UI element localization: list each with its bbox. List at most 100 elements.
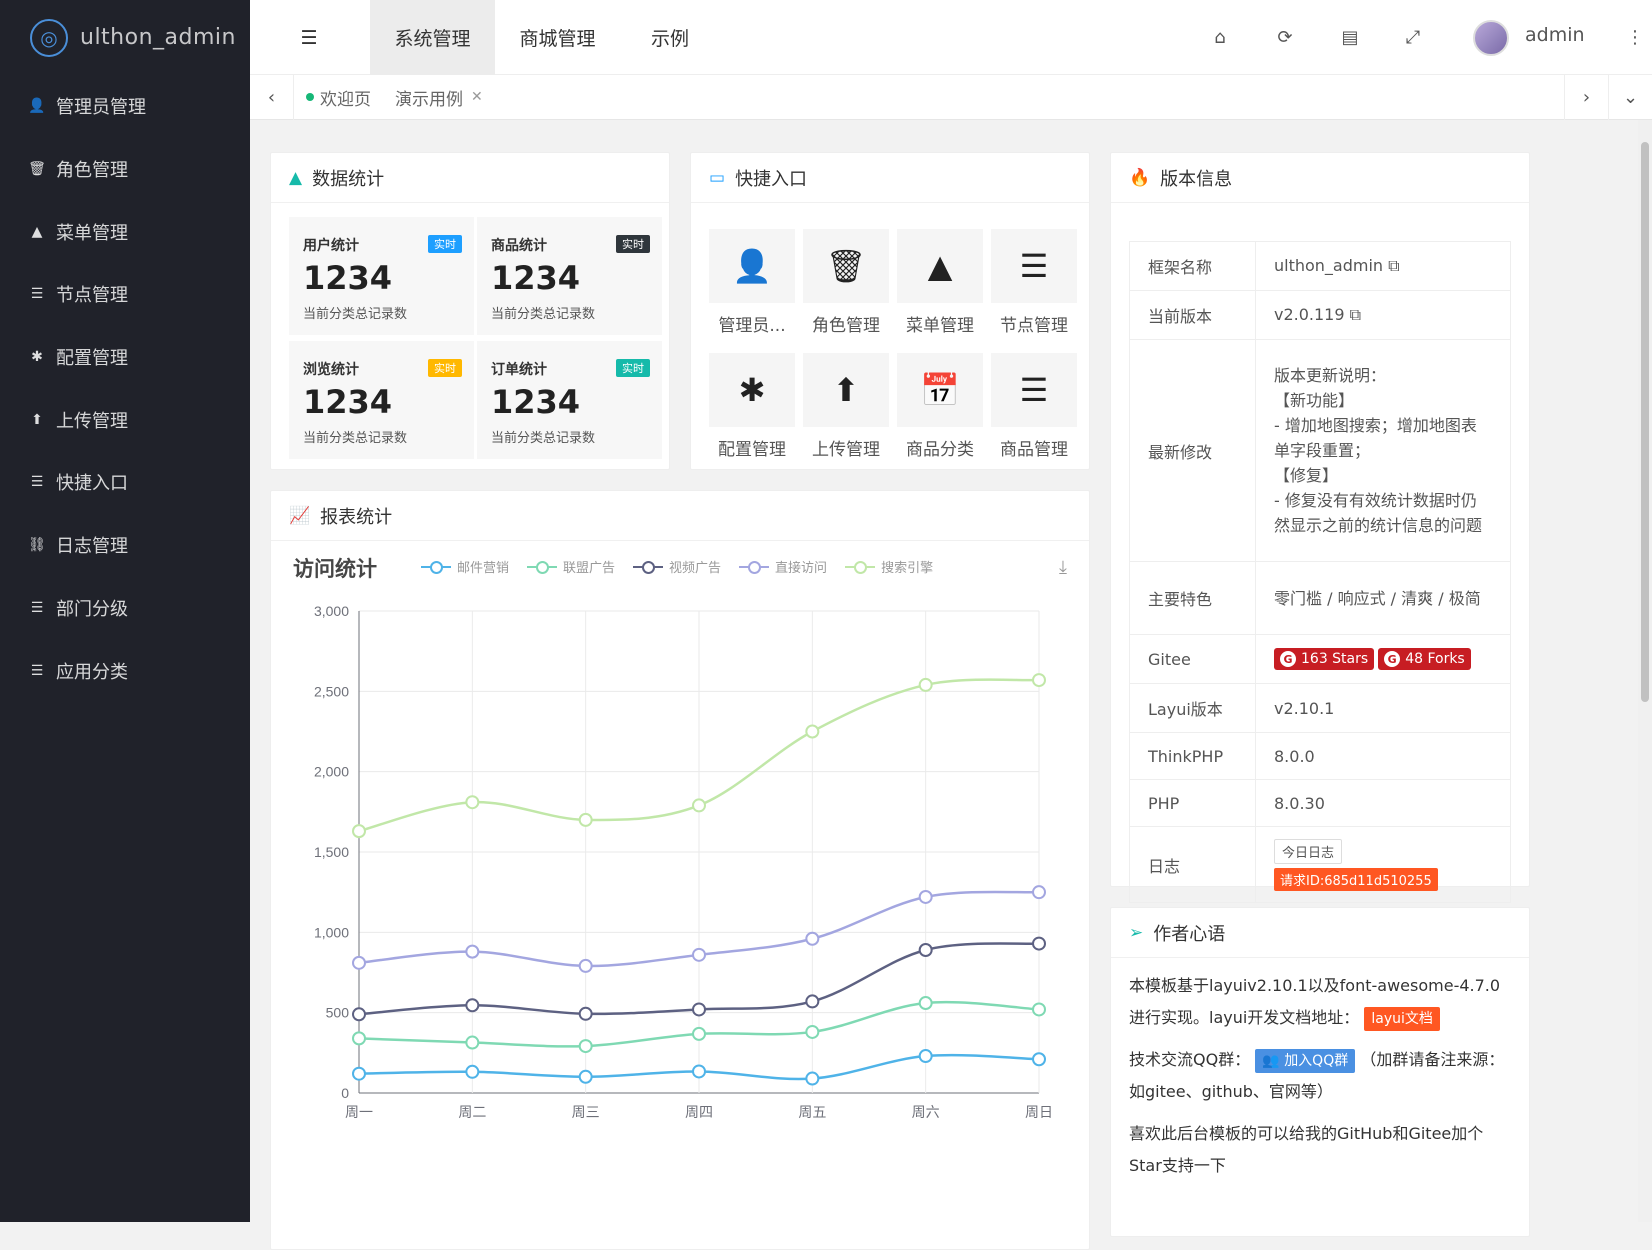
y-tick-label: 1,000 — [314, 924, 349, 940]
data-point — [1032, 673, 1046, 688]
close-icon[interactable]: ✕ — [471, 89, 483, 105]
page-scrollbar[interactable] — [1638, 120, 1652, 1222]
quick-entry-label: 角色管理 — [812, 316, 880, 336]
layui-doc-link[interactable]: layui文档 — [1364, 1007, 1440, 1031]
framework-name: ulthon_admin — [1274, 256, 1384, 275]
row-key: Layui版本 — [1129, 683, 1256, 733]
stat-desc: 当前分类总记录数 — [303, 307, 408, 322]
data-point — [352, 824, 366, 839]
legend-item[interactable]: 视频广告 — [633, 557, 721, 576]
request-id-badge: 请求ID:685d11d510255 — [1274, 867, 1438, 891]
tab-welcome[interactable]: 欢迎页 — [294, 75, 383, 120]
table-row: PHP 8.0.30 — [1129, 779, 1511, 827]
sidebar-item-label: 上传管理 — [56, 410, 128, 432]
row-value: ulthon_admin ⧉ — [1255, 241, 1511, 291]
table-row: 日志 今日日志 请求ID:685d11d510255 — [1129, 826, 1511, 903]
module-mall[interactable]: 商城管理 — [495, 0, 620, 75]
sidebar-item[interactable]: ⬆ 上传管理 — [0, 388, 250, 451]
tree-icon: ▲ — [31, 223, 43, 240]
more-icon[interactable]: ⋮ — [1620, 22, 1650, 52]
module-mall-label: 商城管理 — [519, 28, 596, 50]
join-qq-button[interactable]: 👥 加入QQ群 — [1255, 1049, 1356, 1073]
stats-panel-title: 数据统计 — [312, 168, 385, 190]
change-line: - 修复没有有效统计数据时仍然显示之前的统计信息的问题 — [1274, 491, 1483, 535]
sidebar-item[interactable]: ☰ 部门分级 — [0, 577, 250, 640]
quick-entry[interactable]: 🗑 角色管理 — [803, 229, 889, 336]
data-point — [692, 1064, 706, 1079]
module-system[interactable]: 系统管理 — [370, 0, 495, 75]
download-icon[interactable]: ⤓ — [1059, 557, 1067, 578]
data-point — [918, 889, 933, 904]
legend-item[interactable]: 直接访问 — [739, 557, 827, 576]
legend-marker — [633, 560, 664, 574]
realtime-badge: 实时 — [616, 235, 650, 253]
row-value: 8.0.0 — [1255, 732, 1511, 780]
avatar[interactable] — [1473, 20, 1509, 56]
home-icon[interactable]: ⌂ — [1205, 22, 1235, 52]
today-log-button[interactable]: 今日日志 — [1274, 838, 1343, 864]
active-dot-icon — [306, 93, 314, 101]
sidebar-item-label: 角色管理 — [56, 160, 128, 182]
author-panel-header: ➢ 作者心语 — [1111, 908, 1529, 958]
data-point — [1032, 885, 1046, 900]
data-point — [918, 1049, 933, 1064]
scrollbar-thumb[interactable] — [1641, 142, 1649, 702]
x-tick-label: 周日 — [1025, 1104, 1053, 1120]
sidebar-item[interactable]: ▲ 菜单管理 — [0, 200, 250, 263]
copy-icon[interactable]: ⧉ — [1350, 305, 1361, 324]
feature-value: 零门槛 / 响应式 / 清爽 / 极简 — [1255, 561, 1511, 635]
sidebar-item[interactable]: ☰ 快捷入口 — [0, 451, 250, 514]
data-point — [1032, 936, 1046, 951]
sidebar-item[interactable]: ☰ 节点管理 — [0, 263, 250, 326]
cache-icon[interactable]: ▤ — [1335, 22, 1365, 52]
sidebar-item[interactable]: ⛓ 日志管理 — [0, 514, 250, 577]
sidebar-item[interactable]: ☰ 应用分类 — [0, 639, 250, 702]
y-tick-label: 1,500 — [314, 844, 349, 860]
data-point — [352, 955, 366, 970]
module-demo[interactable]: 示例 — [620, 0, 720, 75]
row-key: Gitee — [1129, 634, 1256, 684]
fullscreen-icon[interactable]: ⤢ — [1398, 22, 1428, 52]
quick-entry[interactable]: 📅 商品分类 — [897, 353, 983, 460]
quick-entry[interactable]: ▲ 菜单管理 — [897, 229, 983, 336]
copy-icon[interactable]: ⧉ — [1388, 256, 1399, 275]
stat-value: 1234 — [491, 383, 581, 421]
row-key: 日志 — [1129, 826, 1256, 903]
stat-card: 订单统计 实时 1234 当前分类总记录数 — [477, 341, 662, 459]
quick-entry[interactable]: ☰ 节点管理 — [991, 229, 1077, 336]
stat-card: 浏览统计 实时 1234 当前分类总记录数 — [289, 341, 474, 459]
sidebar-item[interactable]: 🗑 角色管理 — [0, 138, 250, 201]
tabs-right-arrow[interactable]: › — [1564, 75, 1608, 120]
realtime-badge: 实时 — [428, 235, 462, 253]
app-logo[interactable]: ◎ ulthon_admin — [0, 0, 250, 75]
legend-item[interactable]: 搜索引擎 — [845, 557, 933, 576]
refresh-icon[interactable]: ⟳ — [1270, 22, 1300, 52]
stats-panel: ▲ 数据统计 用户统计 实时 1234 当前分类总记录数 商品统计 实时 1234… — [270, 152, 670, 470]
quick-entry[interactable]: ✱ 配置管理 — [709, 353, 795, 460]
sidebar-menu: 👤 管理员管理 🗑 角色管理 ▲ 菜单管理 ☰ 节点管理 ✱ 配置管理 ⬆ 上传管理 ☰ 快捷入口 ⛓ 日志管… — [0, 75, 250, 702]
quick-entry[interactable]: ⬆ 上传管理 — [803, 353, 889, 460]
sidebar-item-label: 管理员管理 — [56, 97, 146, 119]
tab-demo[interactable]: 演示用例 ✕ — [383, 75, 495, 120]
tabs-dropdown-chevron-down-icon[interactable]: ⌄ — [1608, 75, 1652, 120]
x-tick-label: 周六 — [912, 1104, 940, 1120]
user-name[interactable]: admin — [1525, 24, 1585, 46]
sidebar-toggle-button[interactable]: ☰ — [288, 0, 330, 75]
tabs-left-arrow[interactable]: ‹ — [250, 74, 294, 120]
legend-item[interactable]: 联盟广告 — [527, 557, 615, 576]
quick-entry[interactable]: ☰ 商品管理 — [991, 353, 1077, 460]
bucket-icon: 🗑 — [803, 229, 889, 303]
change-line: 版本更新说明： — [1274, 366, 1387, 385]
sidebar-item[interactable]: ✱ 配置管理 — [0, 326, 250, 389]
legend-item[interactable]: 邮件营销 — [421, 557, 509, 576]
stars-badge[interactable]: G 163 Stars — [1274, 648, 1375, 671]
data-point — [918, 996, 933, 1011]
quick-entry[interactable]: 👤 管理员... — [709, 229, 795, 336]
report-panel-header: 📈 报表统计 — [271, 491, 1089, 541]
warning-icon: ▲ — [289, 167, 303, 188]
quick-entry-label: 菜单管理 — [906, 316, 974, 336]
table-row: Gitee G 163 Stars G 48 Forks — [1129, 634, 1511, 684]
connect-icon: ⛓ — [28, 537, 46, 554]
forks-badge[interactable]: G 48 Forks — [1378, 648, 1471, 671]
sidebar-item[interactable]: 👤 管理员管理 — [0, 75, 250, 138]
